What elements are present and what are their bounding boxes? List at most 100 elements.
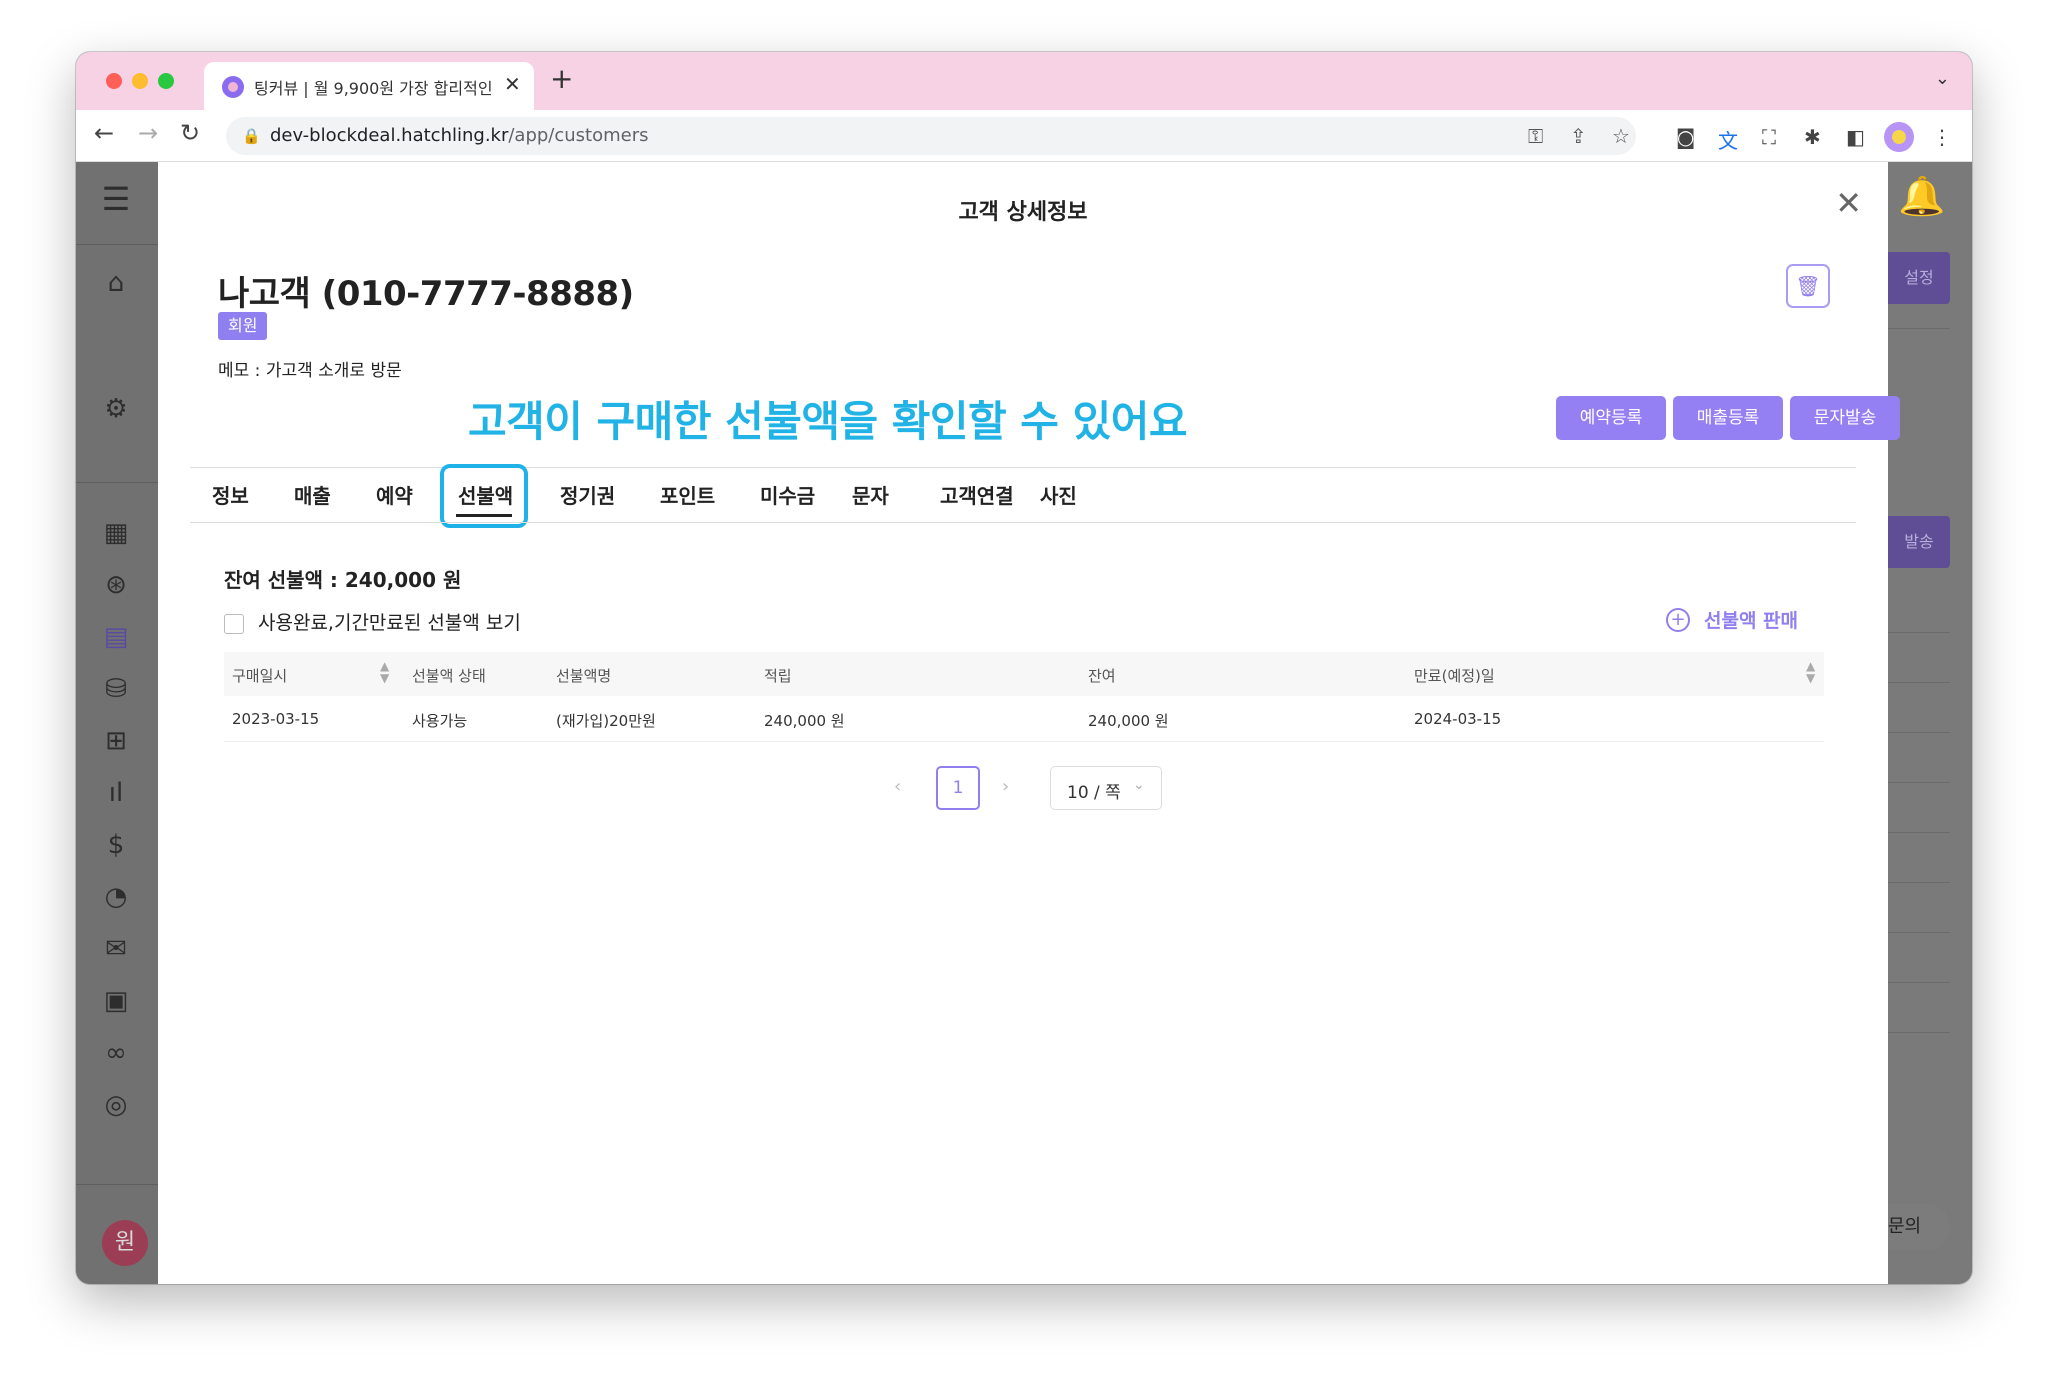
cell-accrued: 240,000 원	[764, 712, 845, 730]
send-message-button[interactable]: 문자발송	[1790, 396, 1900, 440]
prepaid-balance: 잔여 선불액 : 240,000 원	[224, 568, 462, 592]
page-size-value: 10 / 쪽	[1067, 783, 1121, 803]
column-header-remaining: 잔여	[1088, 667, 1116, 685]
camera-icon[interactable]: ◙	[1676, 125, 1695, 149]
chevron-down-icon: ⌄	[1133, 777, 1145, 793]
sidebar-divider	[76, 244, 158, 245]
sort-icon[interactable]: ▲ ▼	[1806, 660, 1815, 684]
pie-chart-icon[interactable]: ◔	[96, 882, 136, 912]
lock-icon: 🔒	[242, 127, 261, 145]
browser-window: 팅커뷰 | 월 9,900원 가장 합리적인 ✕ + ⌄ ← → ↻ 🔒 dev…	[76, 52, 1972, 1284]
member-badge: 회원	[218, 312, 268, 340]
tab-customer-link[interactable]: 고객연결	[940, 480, 1014, 509]
forward-arrow-icon[interactable]: →	[138, 119, 158, 147]
reload-icon[interactable]: ↻	[180, 119, 200, 147]
pagination-next-icon[interactable]: ›	[1002, 776, 1009, 797]
inquiry-button[interactable]: 문의	[1888, 1204, 1950, 1250]
gear-icon[interactable]: ⚙	[96, 394, 136, 424]
tab-close-icon[interactable]: ✕	[504, 72, 521, 96]
divider	[1888, 832, 1950, 833]
tabs-divider-top	[190, 467, 1856, 468]
divider	[1888, 1032, 1950, 1033]
database-icon[interactable]: ⛁	[96, 674, 136, 704]
window-zoom-button[interactable]	[158, 73, 174, 89]
sidebar-divider	[76, 1184, 158, 1185]
tab-sales[interactable]: 매출	[294, 480, 331, 509]
tab-photos[interactable]: 사진	[1040, 480, 1077, 509]
settings-button[interactable]: 설정	[1888, 252, 1950, 304]
screen-capture-icon[interactable]: ⛶	[1762, 125, 1776, 149]
browser-menu-icon[interactable]: ⋮	[1932, 125, 1952, 149]
divider	[1888, 632, 1950, 633]
tabs-divider-bottom	[190, 522, 1856, 523]
column-header-expiry[interactable]: 만료(예정)일	[1414, 665, 1495, 686]
archive-icon[interactable]: ▣	[96, 986, 136, 1016]
new-tab-button[interactable]: +	[550, 62, 573, 95]
home-icon[interactable]: ⌂	[96, 268, 136, 298]
close-icon[interactable]: ✕	[1835, 184, 1862, 222]
side-panel-icon[interactable]: ◧	[1846, 125, 1865, 149]
add-file-icon[interactable]: ⊞	[96, 726, 136, 756]
sidebar-divider	[76, 482, 158, 483]
cell-status: 사용가능	[412, 712, 468, 730]
user-avatar[interactable]: 원	[102, 1220, 148, 1266]
dollar-icon[interactable]: $	[96, 830, 136, 860]
profile-avatar[interactable]	[1884, 122, 1914, 152]
back-arrow-icon[interactable]: ←	[94, 119, 114, 147]
pagination-page-1[interactable]: 1	[936, 766, 980, 810]
trash-icon[interactable]: 🗑	[1786, 264, 1830, 308]
extensions-puzzle-icon[interactable]: ✱	[1804, 125, 1821, 149]
reservation-register-button[interactable]: 예약등록	[1556, 396, 1666, 440]
mail-icon[interactable]: ✉	[96, 934, 136, 964]
key-icon[interactable]: ⚿	[1528, 124, 1543, 148]
column-header-status: 선불액 상태	[412, 667, 486, 685]
sort-icon[interactable]: ▲ ▼	[380, 660, 389, 684]
hamburger-menu-icon[interactable]: ☰	[96, 180, 136, 218]
app-page: ☰ ⌂ ⚙ ▦ ⊛ ▤ ⛁ ⊞ ıl $ ◔ ✉ ▣ ∞ ◎ 원 🔔 설정 발송	[76, 162, 1972, 1284]
divider	[1888, 782, 1950, 783]
column-header-accrued: 적립	[764, 667, 792, 685]
tab-title: 팅커뷰 | 월 9,900원 가장 합리적인	[254, 79, 492, 98]
customer-memo: 메모 : 가고객 소개로 방문	[218, 361, 402, 381]
divider	[1888, 882, 1950, 883]
show-expired-label[interactable]: 사용완료,기간만료된 선불액 보기	[258, 608, 521, 635]
browser-tab-active[interactable]: 팅커뷰 | 월 9,900원 가장 합리적인 ✕	[204, 62, 534, 110]
tab-info[interactable]: 정보	[212, 480, 249, 509]
tab-membership[interactable]: 정기권	[560, 480, 615, 509]
column-header-purchase-date[interactable]: 구매일시	[232, 665, 287, 686]
table-row[interactable]: 2023-03-15 사용가능 (재가입)20만원 240,000 원 240,…	[224, 696, 1824, 742]
link-icon[interactable]: ∞	[96, 1038, 136, 1068]
translate-icon[interactable]: 文	[1718, 125, 1738, 154]
bell-icon[interactable]: 🔔	[1898, 174, 1945, 219]
bar-chart-icon[interactable]: ıl	[96, 778, 136, 808]
share-icon[interactable]: ⇪	[1570, 124, 1587, 148]
customer-name: 나고객 (010-7777-8888)	[218, 274, 634, 314]
bookmark-star-icon[interactable]: ☆	[1612, 124, 1630, 148]
tab-receivables[interactable]: 미수금	[760, 480, 815, 509]
sales-register-button[interactable]: 매출등록	[1673, 396, 1783, 440]
window-close-button[interactable]	[106, 73, 122, 89]
tab-messages[interactable]: 문자	[852, 480, 889, 509]
document-icon[interactable]: ▤	[96, 622, 136, 652]
divider	[1888, 328, 1950, 329]
tab-points[interactable]: 포인트	[660, 480, 715, 509]
app-sidebar: ☰ ⌂ ⚙ ▦ ⊛ ▤ ⛁ ⊞ ıl $ ◔ ✉ ▣ ∞ ◎ 원	[76, 162, 158, 1284]
send-button[interactable]: 발송	[1888, 516, 1950, 568]
window-minimize-button[interactable]	[132, 73, 148, 89]
page-right-edge: 🔔 설정 발송 문의	[1888, 162, 1972, 1284]
pagination-prev-icon[interactable]: ‹	[894, 776, 901, 797]
target-icon[interactable]: ◎	[96, 1090, 136, 1120]
show-expired-checkbox[interactable]	[224, 614, 244, 634]
cell-remaining: 240,000 원	[1088, 712, 1169, 730]
tab-search-chevron-icon[interactable]: ⌄	[1935, 68, 1950, 89]
table-header: 구매일시 ▲ ▼ 선불액 상태 선불액명 적립 잔여 만료(예정)일 ▲ ▼	[224, 652, 1824, 696]
tab-reservation[interactable]: 예약	[376, 480, 413, 509]
page-size-select[interactable]: 10 / 쪽 ⌄	[1050, 766, 1162, 810]
sell-prepaid-label: 선불액 판매	[1704, 610, 1799, 632]
address-bar[interactable]: 🔒 dev-blockdeal.hatchling.kr/app/custome…	[226, 117, 1636, 155]
calendar-icon[interactable]: ▦	[96, 518, 136, 548]
url-text: dev-blockdeal.hatchling.kr/app/customers	[270, 125, 649, 146]
coin-icon[interactable]: ⊛	[96, 570, 136, 600]
divider	[1888, 732, 1950, 733]
divider	[1888, 932, 1950, 933]
